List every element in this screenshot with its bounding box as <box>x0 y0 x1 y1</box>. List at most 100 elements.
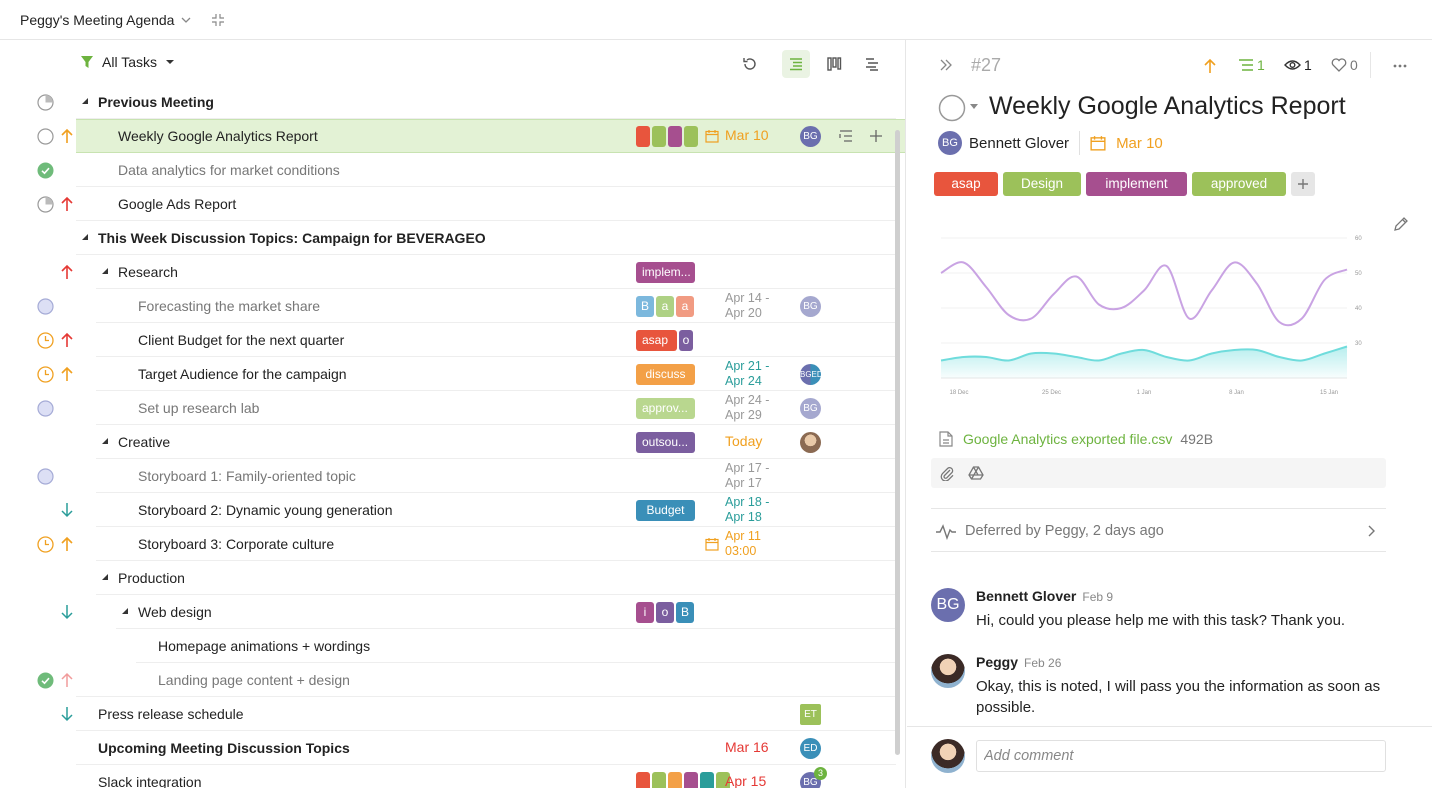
tag[interactable]: a <box>676 296 694 317</box>
task-row[interactable]: Homepage animations + wordings <box>0 629 896 663</box>
collapse-caret-icon[interactable] <box>81 233 89 241</box>
avatar[interactable]: ET <box>800 704 821 725</box>
date-range[interactable]: Apr 17 - Apr 17 <box>725 461 769 491</box>
task-row[interactable]: Forecasting the market share B a a Apr 1… <box>0 289 896 323</box>
tag[interactable] <box>684 772 698 788</box>
tag-design[interactable]: Design <box>1003 172 1081 196</box>
task-row[interactable]: This Week Discussion Topics: Campaign fo… <box>0 221 896 255</box>
due-date[interactable]: Today <box>725 434 762 449</box>
partial-status-icon[interactable] <box>37 94 54 111</box>
avatar[interactable]: BG <box>800 398 821 419</box>
avatar[interactable]: ED <box>800 738 821 759</box>
completed-status-icon[interactable] <box>37 672 54 689</box>
task-tags[interactable]: i o B <box>636 602 694 623</box>
task-filter[interactable]: All Tasks <box>80 54 175 70</box>
assignee-avatar[interactable]: BG <box>938 131 962 155</box>
activity-log[interactable]: Deferred by Peggy, 2 days ago <box>931 508 1386 552</box>
attachment-name[interactable]: Google Analytics exported file.csv <box>963 431 1172 447</box>
task-row[interactable]: Research implem... <box>0 255 896 289</box>
tag-approved[interactable]: approved <box>1192 172 1286 196</box>
commenter-name[interactable]: Peggy Feb 26 <box>976 654 1061 670</box>
open-status-icon[interactable] <box>37 128 54 145</box>
add-subtask-icon[interactable] <box>838 128 854 144</box>
task-tags[interactable]: discuss <box>636 364 695 385</box>
commenter-name[interactable]: Bennett Glover Feb 9 <box>976 588 1113 604</box>
open-status-icon[interactable] <box>37 468 54 485</box>
completed-status-icon[interactable] <box>37 162 54 179</box>
collapse-caret-icon[interactable] <box>101 267 109 275</box>
user-photo-avatar[interactable] <box>800 432 821 453</box>
task-tags[interactable]: approv... <box>636 398 695 419</box>
in-progress-status-icon[interactable] <box>37 366 54 383</box>
tag[interactable]: approv... <box>636 398 695 419</box>
task-status-icon[interactable] <box>938 94 966 122</box>
assignee-name[interactable]: Bennett Glover <box>969 135 1069 152</box>
task-row[interactable]: Landing page content + design <box>0 663 896 697</box>
comment-input[interactable] <box>976 740 1386 772</box>
tag[interactable]: asap <box>636 330 677 351</box>
task-row[interactable]: Storyboard 2: Dynamic young generation B… <box>0 493 896 527</box>
collapse-caret-icon[interactable] <box>101 573 109 581</box>
task-row[interactable]: Previous Meeting <box>0 85 896 119</box>
user-photo-avatar[interactable] <box>931 654 965 688</box>
collapse-caret-icon[interactable] <box>121 607 129 615</box>
likes-count[interactable]: 0 <box>1331 57 1358 73</box>
task-row[interactable]: Upcoming Meeting Discussion Topics Mar 1… <box>0 731 896 765</box>
priority-indicator[interactable] <box>1203 57 1217 75</box>
task-tags[interactable]: asap o <box>636 330 693 351</box>
task-tags[interactable] <box>636 126 698 147</box>
gantt-view-button[interactable] <box>858 50 886 78</box>
due-date[interactable]: Apr 15 <box>725 774 766 788</box>
task-tags[interactable]: B a a <box>636 296 694 317</box>
date-range[interactable]: Apr 24 - Apr 29 <box>725 393 769 423</box>
task-tags[interactable]: implem... <box>636 262 695 283</box>
tag[interactable] <box>636 126 650 147</box>
avatar[interactable]: BGED <box>800 364 823 385</box>
task-row[interactable]: Production <box>0 561 896 595</box>
paperclip-icon[interactable] <box>939 465 955 481</box>
chevron-down-icon[interactable] <box>180 14 192 26</box>
tag[interactable] <box>684 126 698 147</box>
chevron-right-icon[interactable] <box>1367 525 1376 537</box>
tag[interactable]: B <box>676 602 694 623</box>
tag[interactable]: implem... <box>636 262 695 283</box>
commenter-avatar[interactable]: BG <box>931 588 965 622</box>
in-progress-status-icon[interactable] <box>37 332 54 349</box>
collapse-caret-icon[interactable] <box>101 437 109 445</box>
task-row[interactable]: Google Ads Report <box>0 187 896 221</box>
due-date[interactable]: Mar 16 <box>725 740 769 755</box>
task-row[interactable]: Storyboard 1: Family-oriented topic Apr … <box>0 459 896 493</box>
caret-down-icon[interactable] <box>970 104 978 110</box>
tag[interactable]: o <box>656 602 674 623</box>
tag-implement[interactable]: implement <box>1086 172 1187 196</box>
board-view-button[interactable] <box>820 50 848 78</box>
tag[interactable]: discuss <box>636 364 695 385</box>
attachment[interactable]: Google Analytics exported file.csv 492B <box>939 431 1213 447</box>
in-progress-status-icon[interactable] <box>37 536 54 553</box>
avatar[interactable]: BG <box>800 296 821 317</box>
task-row[interactable]: Set up research lab approv... Apr 24 - Ap… <box>0 391 896 425</box>
tag[interactable] <box>652 126 666 147</box>
due-date[interactable]: Apr 11 03:00 <box>725 529 761 559</box>
scrollbar[interactable] <box>895 130 900 755</box>
tag[interactable]: Budget <box>636 500 695 521</box>
plus-icon[interactable] <box>868 128 884 144</box>
due-date[interactable]: Mar 10 <box>725 128 769 143</box>
task-tags[interactable]: Budget <box>636 500 695 521</box>
tag[interactable]: a <box>656 296 674 317</box>
more-options-icon[interactable] <box>1393 64 1407 68</box>
task-row[interactable]: Data analytics for market conditions <box>0 153 896 187</box>
task-tags[interactable] <box>636 772 730 788</box>
task-row[interactable]: Target Audience for the campaign discuss… <box>0 357 896 391</box>
tag[interactable]: i <box>636 602 654 623</box>
date-range[interactable]: Apr 18 - Apr 18 <box>725 495 769 525</box>
google-drive-icon[interactable] <box>968 465 984 481</box>
tag[interactable]: B <box>636 296 654 317</box>
task-row[interactable]: Creative outsou... Today <box>0 425 896 459</box>
watchers-count[interactable]: 1 <box>1284 57 1312 73</box>
collapse-icon[interactable] <box>210 12 226 28</box>
task-row[interactable]: Web design i o B <box>0 595 896 629</box>
open-status-icon[interactable] <box>37 298 54 315</box>
date-range[interactable]: Apr 21 - Apr 24 <box>725 359 769 389</box>
task-tags[interactable]: outsou... <box>636 432 695 453</box>
